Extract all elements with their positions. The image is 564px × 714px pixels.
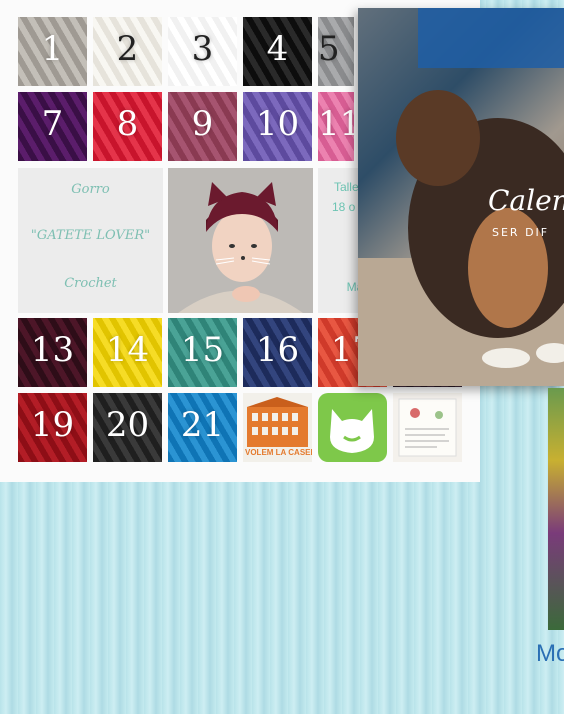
- swatch-number: 16: [255, 330, 300, 370]
- swatch-number: 21: [180, 405, 225, 445]
- woman-with-cat-hat-image: [168, 168, 313, 313]
- more-link[interactable]: Mo: [536, 640, 564, 668]
- calendar-card[interactable]: Calen SER DIF: [358, 8, 564, 386]
- swatch-number: 20: [105, 405, 150, 445]
- calendar-title: Calen: [488, 184, 564, 217]
- yarn-swatch-15: 15: [168, 318, 237, 387]
- green-cat-logo: [318, 393, 387, 462]
- hat-name-text: "GATETE LOVER": [30, 228, 151, 243]
- cat-face-icon: [330, 409, 374, 453]
- yarn-swatch-14: 14: [93, 318, 162, 387]
- yarn-swatch-11: 11: [318, 92, 354, 161]
- yarn-swatch-8: 8: [93, 92, 162, 161]
- yarn-swatch-1: 1: [18, 17, 87, 86]
- swatch-number: 19: [30, 405, 75, 445]
- pattern-sheet-image: [393, 393, 462, 462]
- yarn-swatch-13: 13: [18, 318, 87, 387]
- yarn-swatch-10: 10: [243, 92, 312, 161]
- yarn-swatch-20: 20: [93, 393, 162, 462]
- yarn-swatch-3: 3: [168, 17, 237, 86]
- swatch-number: 4: [266, 29, 289, 69]
- swatch-number: 5: [318, 29, 340, 69]
- swatch-number: 7: [41, 104, 64, 144]
- hat-type-text: Gorro: [71, 182, 110, 197]
- yarn-swatch-2: 2: [93, 17, 162, 86]
- yarn-swatch-9: 9: [168, 92, 237, 161]
- yarn-swatch-21: 21: [168, 393, 237, 462]
- swatch-number: 1: [41, 29, 64, 69]
- swatch-number: 15: [180, 330, 225, 370]
- yarn-swatch-19: 19: [18, 393, 87, 462]
- yarn-swatch-7: 7: [18, 92, 87, 161]
- calendar-subtitle: SER DIF: [492, 226, 550, 239]
- swatch-number: 10: [255, 104, 300, 144]
- hat-name-panel: Gorro "GATETE LOVER" Crochet: [18, 168, 163, 313]
- caserna-logo-text: VOLEM LA CASERNA: [245, 448, 312, 457]
- yarn-swatch-16: 16: [243, 318, 312, 387]
- swatch-number: 9: [191, 104, 214, 144]
- swatch-number: 2: [116, 29, 139, 69]
- swatch-number: 3: [191, 29, 214, 69]
- swatch-number: 13: [30, 330, 75, 370]
- yarn-swatch-5: 5: [318, 17, 354, 86]
- swatch-number: 14: [105, 330, 150, 370]
- yarn-swatch-4: 4: [243, 17, 312, 86]
- model-photo: [168, 168, 313, 313]
- technique-text: Crochet: [64, 276, 117, 291]
- caserna-logo: VOLEM LA CASERNA: [243, 393, 312, 462]
- swatch-number: 8: [116, 104, 139, 144]
- side-product-image[interactable]: [548, 388, 564, 630]
- pattern-sheet-icon: [398, 398, 457, 457]
- swatch-number: 11: [318, 104, 354, 144]
